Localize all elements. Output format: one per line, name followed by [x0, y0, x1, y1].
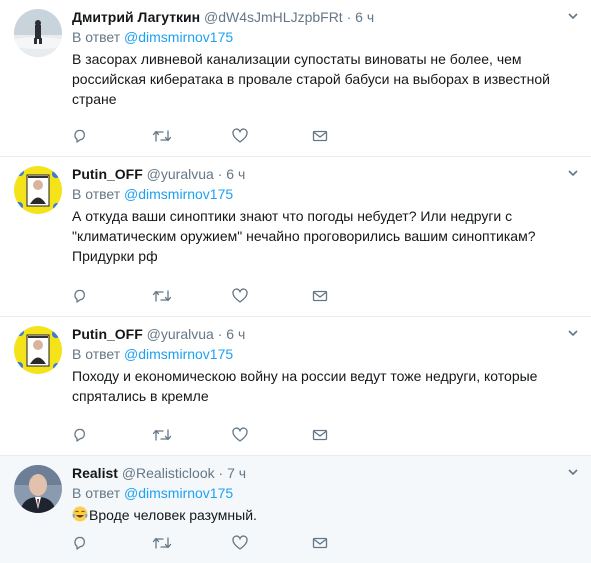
tweet-text: А откуда ваши синоптики знают что погоды…: [72, 208, 536, 264]
avatar[interactable]: [14, 465, 62, 513]
username[interactable]: @dW4sJmHLJzpbFRt: [204, 9, 343, 25]
reply-mention-link[interactable]: @dimsmirnov175: [124, 186, 233, 202]
like-button[interactable]: [232, 128, 312, 144]
reply-icon: [74, 129, 85, 143]
direct-message-button[interactable]: [312, 128, 392, 144]
tears-of-joy-emoji-icon: [72, 506, 88, 522]
reply-prefix: В ответ: [72, 485, 121, 501]
reply-button[interactable]: [72, 288, 152, 304]
username[interactable]: @Realisticlook: [122, 465, 215, 481]
chevron-down-icon[interactable]: [567, 10, 579, 22]
retweet-button[interactable]: [152, 288, 232, 304]
direct-message-button[interactable]: [312, 288, 392, 304]
reply-prefix: В ответ: [72, 346, 121, 362]
username[interactable]: @yuralvua: [147, 326, 214, 342]
envelope-icon: [312, 290, 328, 302]
timestamp-value[interactable]: 6 ч: [355, 9, 374, 25]
like-button[interactable]: [232, 427, 312, 443]
fullname[interactable]: Realist: [72, 465, 118, 481]
fullname[interactable]: Дмитрий Лагуткин: [72, 9, 200, 25]
tweet[interactable]: Дмитрий Лагуткин @dW4sJmHLJzpbFRt · 6 ч …: [0, 0, 591, 157]
avatar[interactable]: [14, 166, 62, 214]
heart-icon: [232, 535, 248, 550]
timestamp[interactable]: · 6 ч: [218, 166, 246, 182]
heart-icon: [232, 288, 248, 303]
reply-prefix: В ответ: [72, 186, 121, 202]
reply-mention-link[interactable]: @dimsmirnov175: [124, 485, 233, 501]
tweet-header: Putin_OFF @yuralvua · 6 ч: [72, 165, 579, 183]
timestamp-value[interactable]: 7 ч: [227, 465, 246, 481]
fullname[interactable]: Putin_OFF: [72, 326, 143, 342]
timestamp-value[interactable]: 6 ч: [226, 326, 245, 342]
like-button[interactable]: [232, 535, 312, 551]
tweet[interactable]: Realist @Realisticlook · 7 ч В ответ @di…: [0, 456, 591, 563]
chevron-down-icon[interactable]: [567, 466, 579, 478]
tweet-text-body: Вроде человек разумный.: [89, 507, 257, 523]
timestamp-value[interactable]: 6 ч: [226, 166, 245, 182]
tweet-text: Походу и економическою войну на россии в…: [72, 368, 538, 404]
retweet-icon: [152, 429, 172, 441]
reply-mention-link[interactable]: @dimsmirnov175: [124, 346, 233, 362]
envelope-icon: [312, 537, 328, 549]
retweet-button[interactable]: [152, 535, 232, 551]
avatar[interactable]: [14, 9, 62, 57]
tweet-header: Дмитрий Лагуткин @dW4sJmHLJzpbFRt · 6 ч: [72, 8, 579, 26]
tweet-header: Realist @Realisticlook · 7 ч: [72, 464, 579, 482]
timestamp[interactable]: · 6 ч: [347, 9, 375, 25]
reply-icon: [74, 536, 85, 550]
reply-prefix: В ответ: [72, 29, 121, 45]
reply-context: В ответ @dimsmirnov175: [72, 185, 579, 203]
reply-icon: [74, 428, 85, 442]
avatar[interactable]: [14, 326, 62, 374]
replies-timeline: Дмитрий Лагуткин @dW4sJmHLJzpbFRt · 6 ч …: [0, 0, 591, 563]
direct-message-button[interactable]: [312, 427, 392, 443]
like-button[interactable]: [232, 288, 312, 304]
timestamp[interactable]: · 6 ч: [218, 326, 246, 342]
tweet-actions: [72, 288, 392, 304]
direct-message-button[interactable]: [312, 535, 392, 551]
reply-context: В ответ @dimsmirnov175: [72, 484, 579, 502]
reply-button[interactable]: [72, 128, 152, 144]
chevron-down-icon[interactable]: [567, 167, 579, 179]
retweet-icon: [152, 290, 172, 302]
reply-mention-link[interactable]: @dimsmirnov175: [124, 29, 233, 45]
reply-context: В ответ @dimsmirnov175: [72, 345, 579, 363]
timestamp[interactable]: · 7 ч: [219, 465, 247, 481]
tweet[interactable]: Putin_OFF @yuralvua · 6 ч В ответ @dimsm…: [0, 157, 591, 317]
tweet[interactable]: Putin_OFF @yuralvua · 6 ч В ответ @dimsm…: [0, 317, 591, 456]
heart-icon: [232, 427, 248, 442]
tweet-actions: [72, 535, 392, 551]
tweet-header: Putin_OFF @yuralvua · 6 ч: [72, 325, 579, 343]
retweet-button[interactable]: [152, 128, 232, 144]
retweet-icon: [152, 130, 172, 142]
reply-button[interactable]: [72, 427, 152, 443]
tweet-text: Вроде человек разумный.: [72, 505, 562, 525]
heart-icon: [232, 128, 248, 143]
tweet-actions: [72, 128, 392, 144]
envelope-icon: [312, 429, 328, 441]
reply-button[interactable]: [72, 535, 152, 551]
retweet-button[interactable]: [152, 427, 232, 443]
tweet-actions: [72, 427, 392, 443]
reply-icon: [74, 289, 85, 303]
fullname[interactable]: Putin_OFF: [72, 166, 143, 182]
chevron-down-icon[interactable]: [567, 327, 579, 339]
reply-context: В ответ @dimsmirnov175: [72, 28, 579, 46]
tweet-text: В засорах ливневой канализации супостаты…: [72, 51, 550, 107]
retweet-icon: [152, 537, 172, 549]
envelope-icon: [312, 130, 328, 142]
username[interactable]: @yuralvua: [147, 166, 214, 182]
